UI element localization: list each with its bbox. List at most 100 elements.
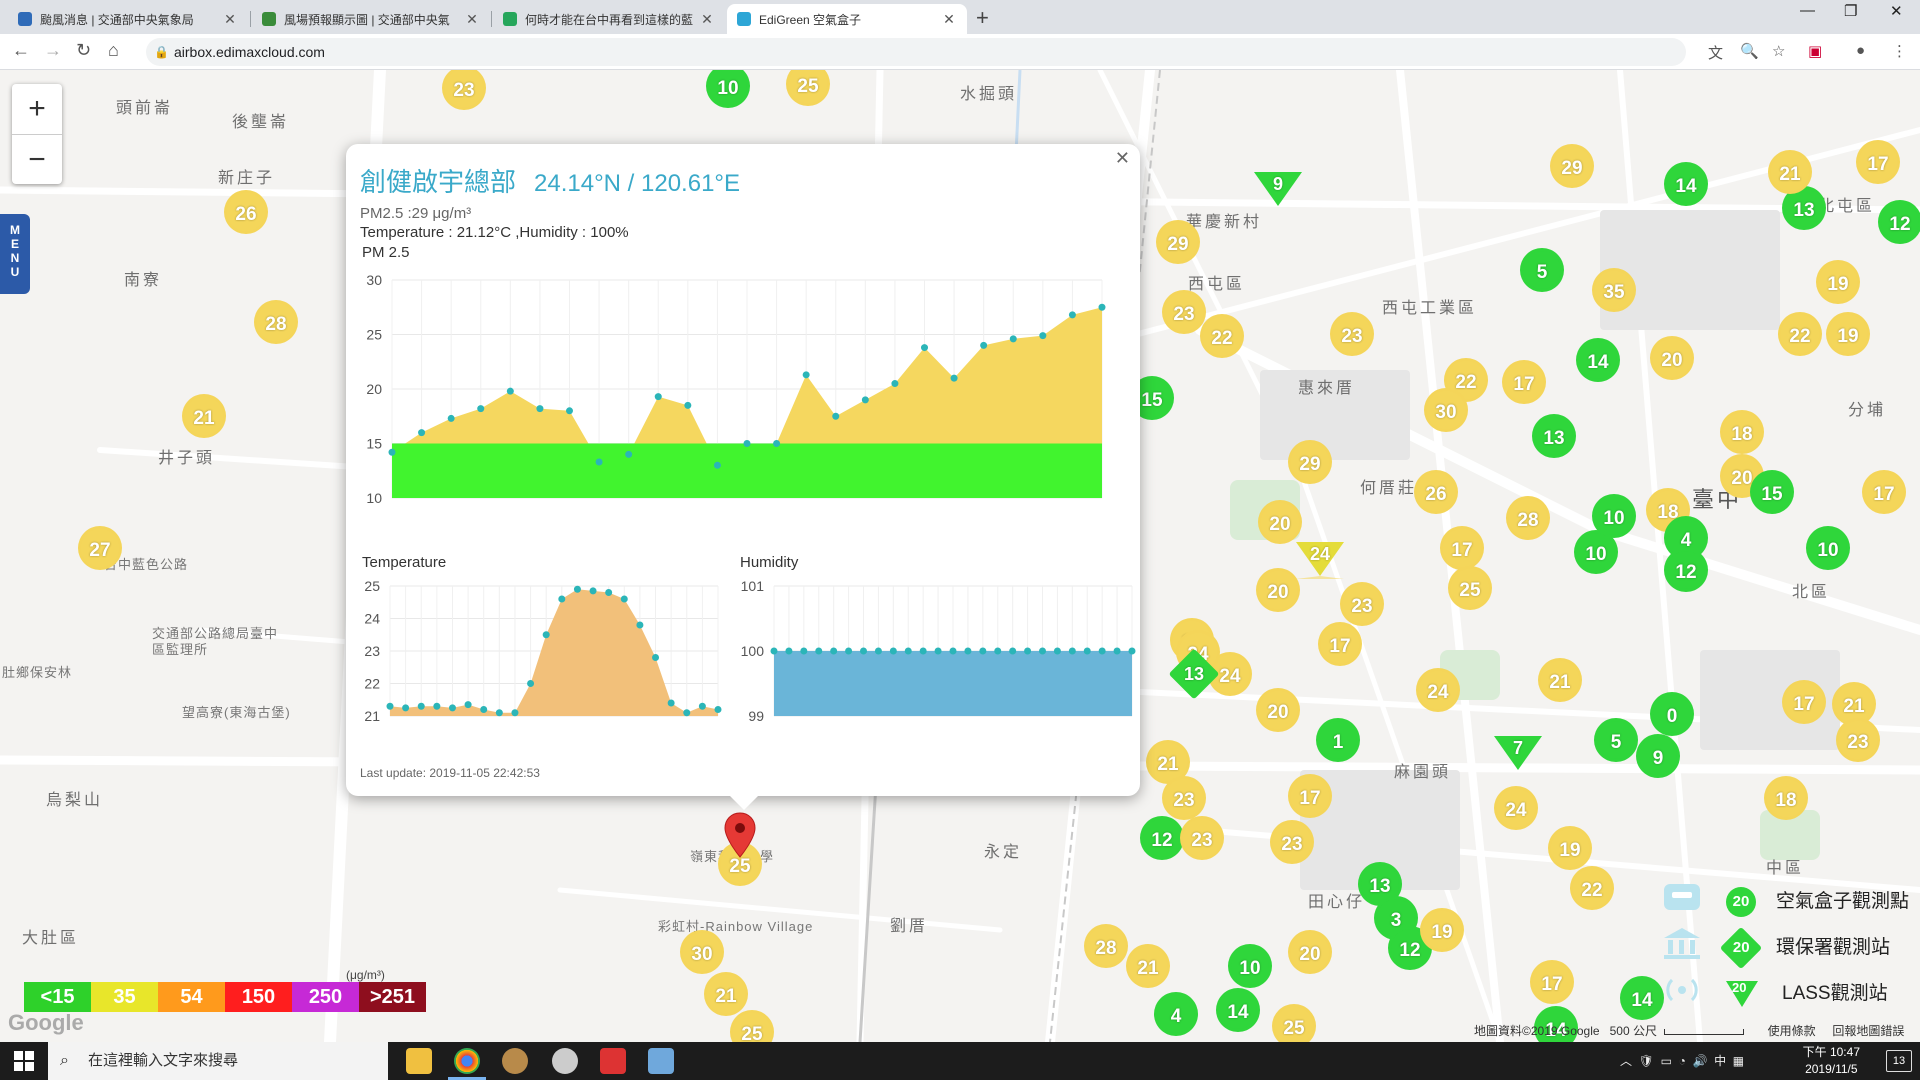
airbox-marker[interactable]: 35 bbox=[1592, 268, 1636, 312]
tab-weather[interactable]: 颱風消息 | 交通部中央氣象局 ✕ bbox=[8, 4, 248, 34]
report-error-link[interactable]: 回報地圖錯誤 bbox=[1832, 1024, 1904, 1038]
close-window-icon[interactable]: ✕ bbox=[1890, 2, 1903, 20]
airbox-marker[interactable]: 26 bbox=[1414, 470, 1458, 514]
airbox-marker[interactable]: 12 bbox=[1140, 816, 1184, 860]
chrome-icon[interactable] bbox=[454, 1048, 480, 1074]
app-icon[interactable] bbox=[552, 1048, 578, 1074]
lass-station-marker[interactable]: 9 bbox=[1254, 172, 1302, 206]
airbox-marker[interactable]: 26 bbox=[224, 190, 268, 234]
layer-key-lass[interactable]: 20 LASS觀測站 bbox=[1726, 978, 1888, 1007]
airbox-marker[interactable]: 23 bbox=[1330, 312, 1374, 356]
airbox-marker[interactable]: 28 bbox=[254, 300, 298, 344]
airbox-marker[interactable]: 1 bbox=[1316, 718, 1360, 762]
airbox-marker[interactable]: 12 bbox=[1878, 200, 1920, 244]
lass-station-marker[interactable]: 7 bbox=[1494, 736, 1542, 770]
close-tab-icon[interactable]: ✕ bbox=[222, 11, 238, 28]
airbox-marker[interactable]: 17 bbox=[1856, 140, 1900, 184]
system-tray[interactable]: ︿ 🛡 ▭ ◔ 🔊 中 ▦ bbox=[1620, 1052, 1744, 1069]
menu-button[interactable]: MENU bbox=[0, 214, 30, 294]
airbox-marker[interactable]: 19 bbox=[1826, 312, 1870, 356]
new-tab-button[interactable]: + bbox=[976, 5, 989, 31]
close-tab-icon[interactable]: ✕ bbox=[699, 11, 715, 28]
airbox-marker[interactable]: 20 bbox=[1650, 336, 1694, 380]
airbox-marker[interactable]: 19 bbox=[1816, 260, 1860, 304]
ime-indicator[interactable]: 中 bbox=[1714, 1054, 1726, 1068]
terms-link[interactable]: 使用條款 bbox=[1768, 1024, 1816, 1038]
profile-icon[interactable]: ● bbox=[1856, 42, 1865, 59]
airbox-marker[interactable]: 29 bbox=[1156, 220, 1200, 264]
airbox-marker[interactable]: 17 bbox=[1288, 774, 1332, 818]
selected-location-pin-icon[interactable] bbox=[724, 812, 756, 858]
airbox-marker[interactable]: 5 bbox=[1520, 248, 1564, 292]
airbox-marker[interactable]: 17 bbox=[1502, 360, 1546, 404]
epa-layer-icon[interactable] bbox=[1660, 926, 1704, 962]
tab-wind-map[interactable]: 風場預報顯示圖 | 交通部中央氣 ✕ bbox=[252, 4, 490, 34]
zoom-in-button[interactable]: + bbox=[12, 84, 62, 134]
airbox-marker[interactable]: 29 bbox=[1550, 144, 1594, 188]
airbox-marker[interactable]: 23 bbox=[1270, 820, 1314, 864]
file-explorer-icon[interactable] bbox=[406, 1048, 432, 1074]
airbox-marker[interactable]: 0 bbox=[1650, 692, 1694, 736]
airbox-marker[interactable]: 28 bbox=[1084, 924, 1128, 968]
airbox-marker[interactable]: 22 bbox=[1570, 866, 1614, 910]
airbox-marker[interactable]: 30 bbox=[680, 930, 724, 974]
close-popup-icon[interactable]: ✕ bbox=[1115, 148, 1130, 169]
airbox-marker[interactable]: 10 bbox=[1806, 526, 1850, 570]
home-icon[interactable]: ⌂ bbox=[108, 40, 119, 61]
airbox-marker[interactable]: 24 bbox=[1494, 786, 1538, 830]
airbox-marker[interactable]: 17 bbox=[1318, 622, 1362, 666]
airbox-marker[interactable]: 19 bbox=[1420, 908, 1464, 952]
tab-edigreen[interactable]: EdiGreen 空氣盒子 ✕ bbox=[727, 4, 967, 34]
airbox-marker[interactable]: 21 bbox=[182, 394, 226, 438]
windows-start-icon[interactable] bbox=[14, 1051, 34, 1071]
airbox-marker[interactable]: 10 bbox=[1574, 530, 1618, 574]
airbox-marker[interactable]: 12 bbox=[1664, 548, 1708, 592]
airbox-marker[interactable]: 28 bbox=[1506, 496, 1550, 540]
airbox-marker[interactable]: 17 bbox=[1782, 680, 1826, 724]
app-icon[interactable] bbox=[648, 1048, 674, 1074]
airbox-marker[interactable]: 20 bbox=[1256, 568, 1300, 612]
airbox-marker[interactable]: 23 bbox=[1162, 290, 1206, 334]
airbox-marker[interactable]: 23 bbox=[1340, 582, 1384, 626]
airbox-marker[interactable]: 17 bbox=[1440, 526, 1484, 570]
airbox-marker[interactable]: 20 bbox=[1258, 500, 1302, 544]
airbox-marker[interactable]: 14 bbox=[1664, 162, 1708, 206]
epa-station-marker[interactable]: 13 bbox=[1168, 648, 1220, 700]
lass-layer-icon[interactable] bbox=[1660, 972, 1704, 1008]
airbox-marker[interactable]: 22 bbox=[1778, 312, 1822, 356]
airbox-marker[interactable]: 18 bbox=[1764, 776, 1808, 820]
airbox-marker[interactable]: 10 bbox=[1228, 944, 1272, 988]
airbox-marker[interactable]: 22 bbox=[1200, 314, 1244, 358]
airbox-marker[interactable]: 18 bbox=[1720, 410, 1764, 454]
airbox-marker[interactable]: 14 bbox=[1576, 338, 1620, 382]
minimize-icon[interactable]: — bbox=[1800, 2, 1815, 19]
airbox-marker[interactable]: 5 bbox=[1594, 718, 1638, 762]
back-icon[interactable]: ← bbox=[12, 40, 30, 61]
airbox-marker[interactable]: 29 bbox=[1288, 440, 1332, 484]
airbox-marker[interactable]: 25 bbox=[1448, 566, 1492, 610]
zoom-out-button[interactable]: − bbox=[12, 134, 62, 184]
lock-icon[interactable]: 🔒 bbox=[154, 38, 169, 66]
airbox-marker[interactable]: 20 bbox=[1256, 688, 1300, 732]
forward-icon[interactable]: → bbox=[44, 40, 62, 61]
airbox-marker[interactable]: 24 bbox=[1416, 668, 1460, 712]
reload-icon[interactable]: ↻ bbox=[76, 40, 91, 61]
airbox-marker[interactable]: 17 bbox=[1862, 470, 1906, 514]
more-menu-icon[interactable]: ⋮ bbox=[1892, 42, 1907, 60]
close-tab-icon[interactable]: ✕ bbox=[941, 11, 957, 28]
airbox-marker[interactable]: 23 bbox=[1180, 816, 1224, 860]
layer-key-epa[interactable]: 20 環保署觀測站 bbox=[1719, 926, 1890, 970]
airbox-marker[interactable]: 17 bbox=[1530, 960, 1574, 1004]
airbox-marker[interactable]: 21 bbox=[1538, 658, 1582, 702]
airbox-marker[interactable]: 23 bbox=[1836, 718, 1880, 762]
notification-center-icon[interactable]: 13 bbox=[1886, 1050, 1912, 1072]
airbox-marker[interactable]: 21 bbox=[1768, 150, 1812, 194]
app-icon[interactable] bbox=[600, 1048, 626, 1074]
close-tab-icon[interactable]: ✕ bbox=[464, 11, 480, 28]
tab-blue-sky[interactable]: 何時才能在台中再看到這樣的藍 ✕ bbox=[493, 4, 725, 34]
airbox-marker[interactable]: 14 bbox=[1216, 988, 1260, 1032]
airbox-marker[interactable]: 25 bbox=[1272, 1004, 1316, 1042]
airbox-layer-icon[interactable] bbox=[1660, 880, 1704, 916]
airbox-marker[interactable]: 4 bbox=[1154, 992, 1198, 1036]
taskbar-search-box[interactable]: ⌕ 在這裡輸入文字來搜尋 bbox=[48, 1042, 388, 1080]
